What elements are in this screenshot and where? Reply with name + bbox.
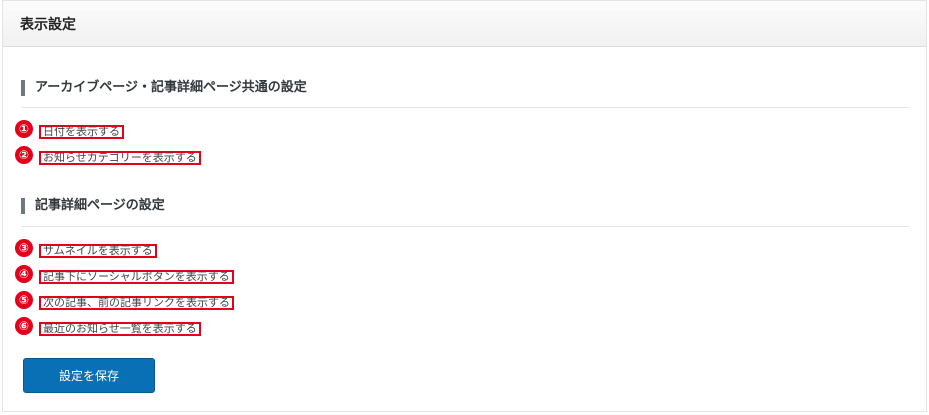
section-divider <box>21 107 909 108</box>
option-show-thumbnail[interactable]: サムネイルを表示する <box>39 244 157 258</box>
annotation-badge-1: ① <box>13 118 35 140</box>
annotation-badge-5: ⑤ <box>13 289 35 311</box>
save-settings-button[interactable]: 設定を保存 <box>23 358 155 393</box>
panel-header: 表示設定 <box>3 1 926 47</box>
annotation-badge-3: ③ <box>13 237 35 259</box>
option-show-social-buttons[interactable]: 記事下にソーシャルボタンを表示する <box>39 270 234 284</box>
section-divider <box>21 226 909 227</box>
option-show-date[interactable]: 日付を表示する <box>39 125 124 139</box>
section-title-detail: 記事詳細ページの設定 <box>21 198 165 214</box>
annotation-badge-2: ② <box>13 144 35 166</box>
page-title: 表示設定 <box>20 16 76 33</box>
annotation-badge-6: ⑥ <box>13 315 35 337</box>
settings-panel: 表示設定 アーカイブページ・記事詳細ページ共通の設定 ① 日付を表示する ② お… <box>2 0 927 412</box>
section-title-common: アーカイブページ・記事詳細ページ共通の設定 <box>21 80 307 96</box>
annotation-badge-4: ④ <box>13 263 35 285</box>
option-show-prev-next-links[interactable]: 次の記事、前の記事リンクを表示する <box>39 296 234 310</box>
option-show-news-category[interactable]: お知らせカテゴリーを表示する <box>39 151 201 165</box>
option-show-recent-news[interactable]: 最近のお知らせ一覧を表示する <box>39 322 201 336</box>
